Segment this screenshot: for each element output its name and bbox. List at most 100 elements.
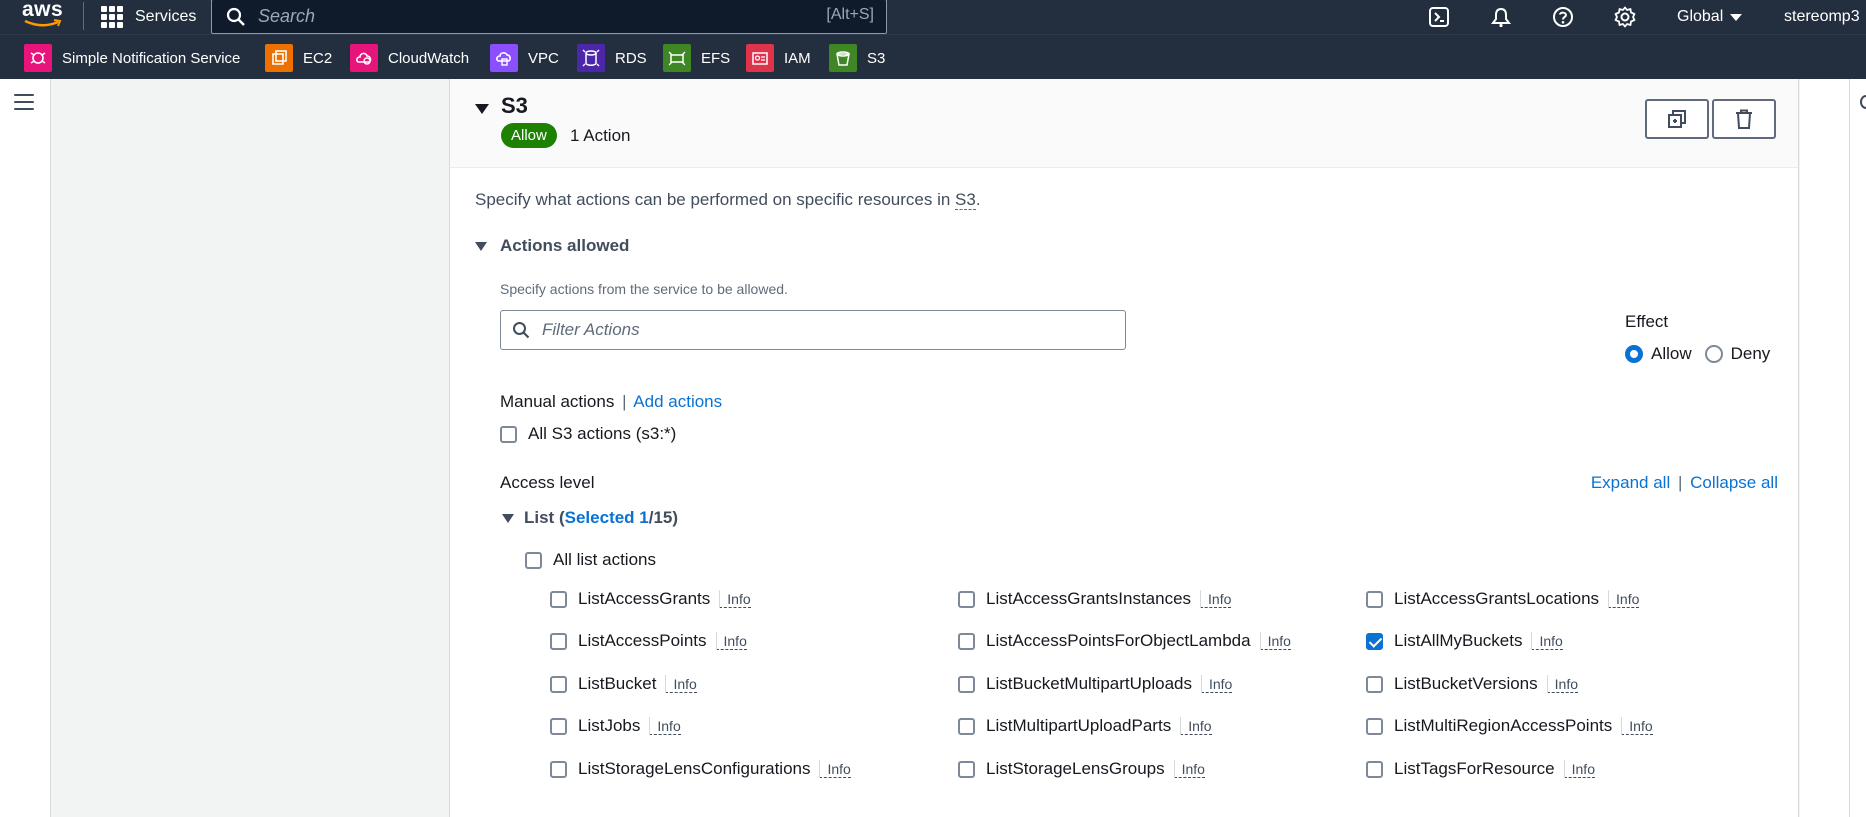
menu-hamburger-icon[interactable]	[14, 94, 34, 110]
action-checkbox[interactable]	[550, 717, 567, 735]
action-label[interactable]: ListAccessGrantsLocations	[1394, 589, 1599, 609]
actions-allowed-caret-icon[interactable]	[475, 242, 487, 251]
list-group-caret-icon[interactable]	[502, 514, 514, 523]
action-label[interactable]: ListStorageLensConfigurations	[578, 759, 810, 779]
all-list-actions-row[interactable]: All list actions	[525, 550, 656, 570]
info-link[interactable]: Info	[1621, 716, 1653, 735]
action-checkbox[interactable]	[1366, 675, 1383, 693]
effect-allow-label[interactable]: Allow	[1651, 344, 1692, 364]
help-icon[interactable]	[1551, 5, 1575, 29]
action-checkbox[interactable]	[958, 632, 975, 650]
action-label[interactable]: ListAllMyBuckets	[1394, 631, 1522, 651]
info-link[interactable]: Info	[715, 631, 747, 650]
action-label[interactable]: ListStorageLensGroups	[986, 759, 1165, 779]
action-label[interactable]: ListAccessGrants	[578, 589, 710, 609]
duplicate-button[interactable]	[1645, 99, 1709, 139]
action-checkbox[interactable]	[1366, 717, 1383, 735]
all-s3-actions-row[interactable]: All S3 actions (s3:*)	[500, 424, 676, 444]
action-row[interactable]: ListAccessPointsForObjectLambda Info	[958, 629, 1291, 653]
favorite-ec2[interactable]: EC2	[265, 44, 332, 72]
action-label[interactable]: ListJobs	[578, 716, 640, 736]
action-label[interactable]: ListMultipartUploadParts	[986, 716, 1171, 736]
region-selector[interactable]: Global	[1677, 0, 1743, 34]
action-label[interactable]: ListBucketVersions	[1394, 674, 1538, 694]
add-actions-link[interactable]: Add actions	[633, 392, 722, 411]
action-checkbox[interactable]	[958, 590, 975, 608]
filter-actions-field[interactable]	[500, 310, 1126, 350]
effect-allow-radio[interactable]	[1625, 345, 1643, 363]
action-row[interactable]: ListMultipartUploadParts Info	[958, 714, 1212, 738]
action-checkbox[interactable]	[550, 632, 567, 650]
action-row[interactable]: ListAccessGrantsInstances Info	[958, 587, 1232, 611]
action-checkbox[interactable]	[550, 590, 567, 608]
actions-allowed-heading[interactable]: Actions allowed	[500, 236, 629, 256]
services-menu-button[interactable]: Services	[101, 0, 196, 34]
delete-button[interactable]	[1712, 99, 1776, 139]
action-row[interactable]: ListTagsForResource Info	[1366, 757, 1595, 781]
favorite-sns[interactable]: Simple Notification Service	[24, 44, 240, 72]
action-checkbox[interactable]	[1366, 632, 1383, 650]
action-label[interactable]: ListMultiRegionAccessPoints	[1394, 716, 1612, 736]
info-link[interactable]: Info	[819, 759, 851, 778]
action-checkbox[interactable]	[1366, 760, 1383, 778]
info-link[interactable]: Info	[1200, 589, 1232, 608]
service-term[interactable]: S3	[955, 190, 976, 210]
action-row[interactable]: ListBucketVersions Info	[1366, 672, 1578, 696]
action-label[interactable]: ListBucketMultipartUploads	[986, 674, 1192, 694]
info-link[interactable]: Info	[1259, 631, 1291, 650]
info-link[interactable]: Info	[1180, 716, 1212, 735]
info-link[interactable]: Info	[719, 589, 751, 608]
effect-deny-radio[interactable]	[1704, 345, 1723, 363]
action-checkbox[interactable]	[550, 675, 567, 693]
action-row[interactable]: ListAllMyBuckets Info	[1366, 629, 1563, 653]
info-link[interactable]: Info	[1173, 759, 1205, 778]
settings-gear-icon[interactable]	[1613, 5, 1637, 29]
favorite-rds[interactable]: RDS	[577, 44, 647, 72]
action-row[interactable]: ListAccessGrants Info	[550, 587, 751, 611]
info-link[interactable]: Info	[1608, 589, 1640, 608]
filter-actions-input[interactable]	[542, 320, 1102, 340]
favorite-cloudwatch[interactable]: CloudWatch	[350, 44, 469, 72]
favorite-vpc[interactable]: VPC	[490, 44, 559, 72]
aws-logo[interactable]: aws	[22, 0, 66, 34]
action-row[interactable]: ListMultiRegionAccessPoints Info	[1366, 714, 1653, 738]
action-row[interactable]: ListBucketMultipartUploads Info	[958, 672, 1233, 696]
all-s3-actions-checkbox[interactable]	[500, 425, 517, 443]
action-label[interactable]: ListAccessPointsForObjectLambda	[986, 631, 1251, 651]
info-link[interactable]: Info	[665, 674, 697, 693]
action-row[interactable]: ListJobs Info	[550, 714, 681, 738]
action-label[interactable]: ListTagsForResource	[1394, 759, 1555, 779]
info-link[interactable]: Info	[1200, 674, 1233, 693]
collapse-caret-icon[interactable]	[475, 104, 489, 114]
action-row[interactable]: ListAccessPoints Info	[550, 629, 747, 653]
search-input[interactable]	[258, 6, 818, 27]
expand-all-link[interactable]: Expand all	[1591, 473, 1670, 492]
global-search[interactable]: [Alt+S]	[211, 0, 887, 34]
action-label[interactable]: ListAccessPoints	[578, 631, 707, 651]
action-checkbox[interactable]	[1366, 590, 1383, 608]
account-menu[interactable]: stereomp3	[1784, 0, 1860, 34]
action-label[interactable]: ListBucket	[578, 674, 656, 694]
notifications-icon[interactable]	[1489, 5, 1513, 29]
action-row[interactable]: ListStorageLensConfigurations Info	[550, 757, 851, 781]
all-list-actions-checkbox[interactable]	[525, 551, 542, 569]
action-row[interactable]: ListBucket Info	[550, 672, 697, 696]
list-group-heading[interactable]: List (Selected 1/15)	[524, 508, 678, 528]
action-row[interactable]: ListAccessGrantsLocations Info	[1366, 587, 1640, 611]
action-checkbox[interactable]	[958, 760, 975, 778]
action-checkbox[interactable]	[958, 717, 975, 735]
utility-panel-icon[interactable]	[1860, 95, 1866, 109]
info-link[interactable]: Info	[1563, 759, 1595, 778]
action-label[interactable]: ListAccessGrantsInstances	[986, 589, 1191, 609]
action-row[interactable]: ListStorageLensGroups Info	[958, 757, 1205, 781]
cloudshell-icon[interactable]	[1427, 5, 1451, 29]
collapse-all-link[interactable]: Collapse all	[1690, 473, 1778, 492]
all-list-actions-label[interactable]: All list actions	[553, 550, 656, 570]
all-s3-actions-label[interactable]: All S3 actions (s3:*)	[528, 424, 676, 444]
favorite-s3[interactable]: S3	[829, 44, 885, 72]
favorite-efs[interactable]: EFS	[663, 44, 730, 72]
favorite-iam[interactable]: IAM	[746, 44, 811, 72]
action-checkbox[interactable]	[958, 675, 975, 693]
info-link[interactable]: Info	[1531, 631, 1563, 650]
info-link[interactable]: Info	[1546, 674, 1578, 693]
